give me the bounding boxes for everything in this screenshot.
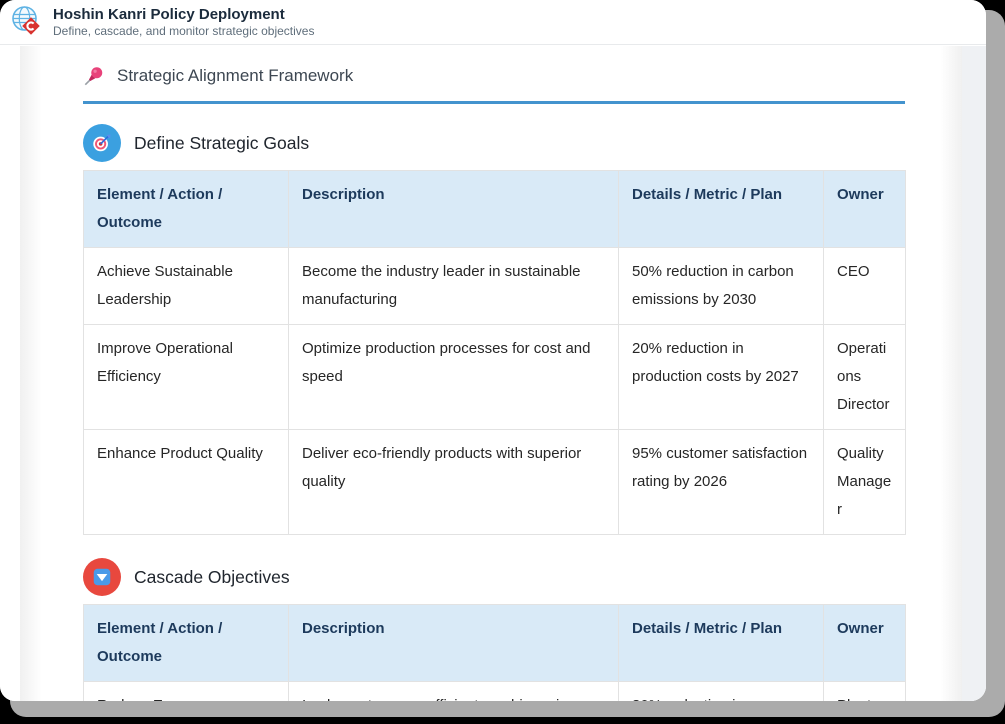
app-title: Hoshin Kanri Policy Deployment — [53, 5, 314, 25]
cell-element: Achieve Sustainable Leadership — [84, 248, 289, 325]
col-owner: Owner — [824, 605, 906, 682]
table-header-row: Element / Action / Outcome Description D… — [84, 171, 906, 248]
section-underline — [83, 101, 905, 104]
cell-description: Deliver eco-friendly products with super… — [289, 430, 619, 535]
cell-details: 95% customer satisfaction rating by 2026 — [619, 430, 824, 535]
col-owner: Owner — [824, 171, 906, 248]
pushpin-icon — [83, 65, 105, 87]
cell-details: 50% reduction in carbon emissions by 203… — [619, 248, 824, 325]
content-area: Strategic Alignment Framework — [0, 46, 986, 701]
cell-description: Become the industry leader in sustainabl… — [289, 248, 619, 325]
goals-table: Element / Action / Outcome Description D… — [83, 170, 906, 535]
cell-element: Reduce Energy Consumption — [84, 682, 289, 702]
table-header-row: Element / Action / Outcome Description D… — [84, 605, 906, 682]
col-element: Element / Action / Outcome — [84, 605, 289, 682]
section-title: Strategic Alignment Framework — [117, 66, 353, 86]
cascade-heading: Cascade Objectives — [134, 567, 290, 588]
app-window: Hoshin Kanri Policy Deployment Define, c… — [0, 0, 986, 701]
cell-description: Optimize production processes for cost a… — [289, 325, 619, 430]
app-subtitle: Define, cascade, and monitor strategic o… — [53, 24, 314, 39]
table-row: Enhance Product Quality Deliver eco-frie… — [84, 430, 906, 535]
cascade-table: Element / Action / Outcome Description D… — [83, 604, 906, 701]
cell-element: Enhance Product Quality — [84, 430, 289, 535]
col-description: Description — [289, 605, 619, 682]
cell-owner: Operations Director — [824, 325, 906, 430]
down-button-icon — [83, 558, 121, 596]
app-header: Hoshin Kanri Policy Deployment Define, c… — [0, 0, 986, 45]
cascade-header: Cascade Objectives — [83, 558, 905, 596]
goals-header: Define Strategic Goals — [83, 124, 905, 162]
col-details: Details / Metric / Plan — [619, 605, 824, 682]
table-row: Achieve Sustainable Leadership Become th… — [84, 248, 906, 325]
scrollbar-track[interactable] — [962, 46, 986, 701]
cell-element: Improve Operational Efficiency — [84, 325, 289, 430]
target-icon — [83, 124, 121, 162]
cell-owner: Plant Manager — [824, 682, 906, 702]
table-row: Reduce Energy Consumption Implement ener… — [84, 682, 906, 702]
col-description: Description — [289, 171, 619, 248]
cell-owner: CEO — [824, 248, 906, 325]
cell-owner: Quality Manager — [824, 430, 906, 535]
cell-details: 20% reduction in production costs by 202… — [619, 325, 824, 430]
goals-heading: Define Strategic Goals — [134, 133, 309, 154]
table-row: Improve Operational Efficiency Optimize … — [84, 325, 906, 430]
cell-description: Implement energy-efficient machinery in … — [289, 682, 619, 702]
cell-details: 30% reduction in energy use by 2026 — [619, 682, 824, 702]
document-sheet: Strategic Alignment Framework — [20, 46, 962, 701]
col-details: Details / Metric / Plan — [619, 171, 824, 248]
col-element: Element / Action / Outcome — [84, 171, 289, 248]
section-header: Strategic Alignment Framework — [83, 65, 905, 87]
app-logo-globe-icon — [10, 5, 44, 39]
